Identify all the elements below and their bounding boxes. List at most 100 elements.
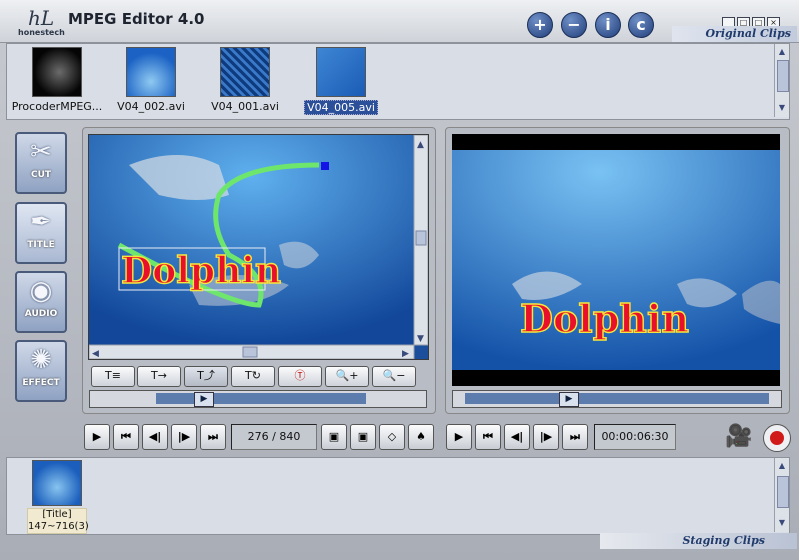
- tool-panel: ✂ CUT ✒ TITLE ◉ AUDIO ✺ EFFECT: [9, 128, 73, 410]
- clip-thumbnail: [126, 47, 176, 97]
- go-end-button[interactable]: ⏭: [200, 424, 226, 450]
- scroll-down-icon[interactable]: ▼: [417, 334, 424, 344]
- preview-timeline-slider[interactable]: ▶: [452, 390, 782, 408]
- preview-step-forward-button[interactable]: |▶: [533, 424, 559, 450]
- scroll-thumb[interactable]: [415, 230, 427, 246]
- preview-screen: Dolphin: [452, 134, 780, 386]
- staging-clip-range: 147~716(3): [28, 521, 89, 532]
- copyright-icon: c: [636, 15, 646, 34]
- scroll-thumb[interactable]: [242, 346, 258, 358]
- staging-clip-thumbnail: [32, 460, 82, 506]
- staging-clip-type: [Title]: [42, 509, 72, 520]
- audio-tool-button[interactable]: ◉ AUDIO: [15, 271, 67, 333]
- timecode-display: 00:00:06:30: [594, 424, 676, 450]
- scroll-right-icon[interactable]: ▶: [402, 349, 409, 359]
- editor-timeline-slider[interactable]: ▶: [89, 390, 427, 408]
- title-edit-canvas[interactable]: Dolphin ▲ ▼ ◀ ▶: [88, 134, 429, 360]
- scissors-icon: ✂: [30, 137, 52, 167]
- ink-button[interactable]: ♠: [408, 424, 434, 450]
- frame-counter: 276 / 840: [231, 424, 317, 450]
- sound-waves-icon: ◉: [29, 276, 53, 306]
- scroll-up-icon[interactable]: ▲: [417, 140, 424, 150]
- clip-item-selected[interactable]: V04_005.avi: [293, 47, 389, 115]
- record-button[interactable]: [763, 424, 791, 452]
- app-title: MPEG Editor 4.0: [68, 10, 205, 28]
- zoom-in-button[interactable]: 🔍+: [325, 366, 369, 387]
- clip-label: V04_001.avi: [211, 100, 279, 113]
- play-button[interactable]: ▶: [84, 424, 110, 450]
- mark-out-button[interactable]: ▣: [350, 424, 376, 450]
- staging-clip-label: [Title] 147~716(3): [27, 508, 89, 534]
- cut-tool-label: CUT: [30, 170, 52, 180]
- plus-icon: +: [533, 15, 547, 34]
- mark-in-button[interactable]: ▣: [321, 424, 347, 450]
- camera-icon[interactable]: 🎥: [719, 424, 759, 452]
- original-clips-label: Original Clips: [672, 26, 797, 42]
- title-tool-label: TITLE: [27, 240, 55, 250]
- editor-timeline-range: [156, 393, 366, 404]
- scroll-down-icon[interactable]: ▼: [776, 102, 788, 114]
- scroll-thumb[interactable]: [777, 476, 789, 508]
- clip-label: ProcoderMPEG...: [11, 100, 103, 113]
- preview-play-button[interactable]: ▶: [446, 424, 472, 450]
- info-icon: i: [605, 15, 611, 34]
- mark-in-icon: ▣: [328, 430, 340, 443]
- preview-playhead[interactable]: ▶: [559, 392, 579, 407]
- text-rotate-button[interactable]: T↻: [231, 366, 275, 387]
- go-start-button[interactable]: ⏮: [113, 424, 139, 450]
- preview-go-start-button[interactable]: ⏮: [475, 424, 501, 450]
- scroll-up-icon[interactable]: ▲: [776, 460, 788, 472]
- scroll-up-icon[interactable]: ▲: [776, 46, 788, 58]
- step-back-button[interactable]: ◀|: [142, 424, 168, 450]
- edit-frame: Dolphin ▲ ▼ ◀ ▶: [89, 135, 428, 359]
- clip-label: V04_005.avi: [304, 100, 378, 115]
- text-style-button[interactable]: Ⓣ: [278, 366, 322, 387]
- logo-mark: hL: [28, 6, 55, 30]
- preview-go-end-button[interactable]: ⏭: [562, 424, 588, 450]
- editor-playhead[interactable]: ▶: [194, 392, 214, 407]
- add-clip-button[interactable]: +: [527, 12, 553, 38]
- staging-clip-item[interactable]: [Title] 147~716(3): [27, 460, 89, 534]
- clip-item[interactable]: V04_001.avi: [197, 47, 293, 113]
- clip-item[interactable]: ProcoderMPEG...: [9, 47, 105, 113]
- preview-title-text: Dolphin: [520, 296, 689, 341]
- effect-tool-label: EFFECT: [22, 378, 60, 388]
- scroll-left-icon[interactable]: ◀: [92, 349, 99, 359]
- clip-thumbnail: [32, 47, 82, 97]
- clip-item[interactable]: V04_002.avi: [103, 47, 199, 113]
- copyright-button[interactable]: c: [628, 12, 654, 38]
- staging-clips-scrollbar[interactable]: ▲ ▼: [774, 458, 789, 532]
- text-scroll-button[interactable]: T→: [137, 366, 181, 387]
- preview-frame: Dolphin: [452, 150, 780, 370]
- ink-icon: ♠: [416, 430, 426, 443]
- mark-out-icon: ▣: [357, 430, 369, 443]
- honestech-logo: hL honestech: [18, 6, 65, 38]
- motion-handle[interactable]: [321, 162, 329, 170]
- staging-clips-label: Staging Clips: [600, 533, 797, 549]
- title-bar: hL honestech MPEG Editor 4.0 + − i c _ □ □…: [0, 0, 799, 43]
- text-path-button[interactable]: T⤴: [184, 366, 228, 387]
- mpeg-editor-window: hL honestech MPEG Editor 4.0 + − i c _ □ □…: [0, 0, 799, 560]
- title-text[interactable]: Dolphin: [120, 249, 282, 292]
- effect-tool-button[interactable]: ✺ EFFECT: [15, 340, 67, 402]
- title-tool-button[interactable]: ✒ TITLE: [15, 202, 67, 264]
- preview-step-back-button[interactable]: ◀|: [504, 424, 530, 450]
- text-align-button[interactable]: T≡: [91, 366, 135, 387]
- info-button[interactable]: i: [595, 12, 621, 38]
- preview-timeline-range: [465, 393, 769, 404]
- eraser-icon: ◇: [387, 430, 397, 443]
- scroll-down-icon[interactable]: ▼: [776, 517, 788, 529]
- swirl-icon: ✺: [30, 345, 52, 375]
- remove-clip-button[interactable]: −: [561, 12, 587, 38]
- eraser-button[interactable]: ◇: [379, 424, 405, 450]
- zoom-out-button[interactable]: 🔍−: [372, 366, 416, 387]
- original-clips-panel: ProcoderMPEG... V04_002.avi V04_001.avi …: [6, 43, 790, 120]
- audio-tool-label: AUDIO: [24, 309, 58, 319]
- minus-icon: −: [567, 15, 581, 34]
- pen-nib-icon: ✒: [30, 207, 52, 237]
- cut-tool-button[interactable]: ✂ CUT: [15, 132, 67, 194]
- original-clips-scrollbar[interactable]: ▲ ▼: [774, 44, 789, 117]
- staging-clips-panel: [Title] 147~716(3) ▲ ▼: [6, 457, 790, 535]
- scroll-thumb[interactable]: [777, 60, 789, 92]
- step-forward-button[interactable]: |▶: [171, 424, 197, 450]
